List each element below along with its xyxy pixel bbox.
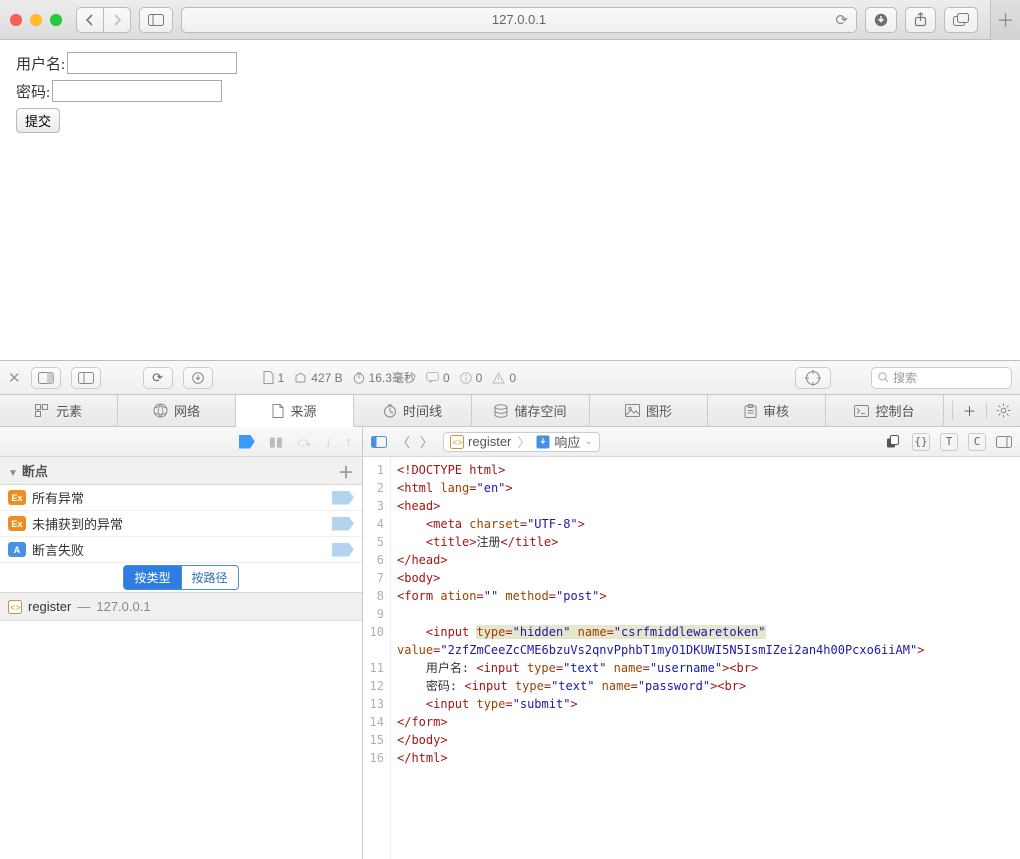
warn-count: 0	[492, 371, 516, 385]
tab-elements[interactable]: 元素	[0, 395, 118, 426]
step-out-icon[interactable]: ↑	[346, 434, 353, 449]
back-button[interactable]	[76, 7, 103, 33]
password-input[interactable]	[52, 80, 222, 102]
continue-icon[interactable]	[239, 435, 255, 449]
window-controls	[10, 14, 62, 26]
devtools-quickbar: ✕ ⟳ 1 427 B 16.3毫秒 0 0	[0, 361, 1020, 395]
downloads-button[interactable]	[865, 7, 897, 33]
step-over-icon[interactable]: ⤼	[297, 434, 311, 450]
source-viewer: 〈 〉 <> register 〉 响应 ⌄ {} T C	[363, 427, 1020, 859]
html-file-icon: <>	[8, 600, 22, 614]
tabs-button[interactable]	[944, 7, 978, 33]
add-tab-button[interactable]: ＋	[952, 401, 986, 420]
breadcrumb[interactable]: <> register 〉 响应 ⌄	[443, 432, 600, 452]
tab-storage[interactable]: 储存空间	[472, 395, 590, 426]
svg-text:<>: <>	[10, 602, 21, 612]
copy-icon[interactable]	[884, 433, 902, 451]
messages-count: 0	[426, 371, 450, 385]
breakpoint-toggle-icon[interactable]	[332, 543, 354, 557]
coverage-icon[interactable]: C	[968, 433, 986, 451]
submit-button[interactable]: 提交	[16, 108, 60, 133]
svg-text:<>: <>	[452, 437, 463, 447]
breakpoint-toggle-icon[interactable]	[332, 517, 354, 531]
doc-count: 1	[263, 371, 285, 385]
download-button[interactable]	[183, 367, 213, 389]
nav-buttons	[76, 7, 131, 33]
reload-page-button[interactable]: ⟳	[143, 367, 173, 389]
address-bar[interactable]: 127.0.0.1 ⟳	[181, 7, 857, 33]
by-type-toggle[interactable]: 按类型	[123, 565, 181, 590]
tab-network[interactable]: 网络	[118, 395, 236, 426]
toggle-details-icon[interactable]	[996, 436, 1012, 448]
debug-controls: ▮▮ ⤼ ↓ ↑	[0, 427, 362, 457]
devtools-tabs: 元素 网络 来源 时间线 储存空间 图形 审核 控制台	[0, 395, 1020, 427]
tab-timeline[interactable]: 时间线	[354, 395, 472, 426]
pretty-print-icon[interactable]: {}	[912, 433, 930, 451]
add-breakpoint-icon[interactable]: ＋	[338, 459, 354, 483]
transfer-size: 427 B	[294, 371, 342, 385]
inspect-element-button[interactable]	[795, 367, 831, 389]
sidebar-toggle-button[interactable]	[139, 7, 173, 33]
sources-sidebar: ▮▮ ⤼ ↓ ↑ ▼断点 ＋ Ex 所有异常 Ex 未捕获到的异常	[0, 427, 363, 859]
username-label: 用户名:	[16, 53, 65, 74]
type-profiler-icon[interactable]: T	[940, 433, 958, 451]
nav-back-icon[interactable]: 〈	[397, 432, 410, 451]
browser-toolbar: 127.0.0.1 ⟳ ＋	[0, 0, 1020, 40]
username-input[interactable]	[67, 52, 237, 74]
close-devtools-icon[interactable]: ✕	[8, 369, 21, 387]
assertion-badge-icon: A	[8, 542, 26, 557]
toggle-sidebar-icon[interactable]	[371, 436, 387, 448]
load-time: 16.3毫秒	[353, 369, 416, 386]
tab-sources[interactable]: 来源	[236, 395, 354, 427]
reload-icon[interactable]: ⟳	[835, 11, 848, 29]
minimize-window-icon[interactable]	[30, 14, 42, 26]
download-icon	[536, 435, 550, 449]
breakpoint-all-exceptions[interactable]: Ex 所有异常	[0, 485, 362, 511]
devtools-search[interactable]: 搜索	[871, 367, 1012, 389]
breakpoint-uncaught-exceptions[interactable]: Ex 未捕获到的异常	[0, 511, 362, 537]
breakpoints-header[interactable]: ▼断点 ＋	[0, 457, 362, 485]
url-text: 127.0.0.1	[492, 12, 546, 27]
devtools-panel: ✕ ⟳ 1 427 B 16.3毫秒 0 0	[0, 360, 1020, 859]
dock-side-button[interactable]	[31, 367, 61, 389]
html-file-icon: <>	[450, 435, 464, 449]
share-button[interactable]	[905, 7, 936, 33]
tab-console[interactable]: 控制台	[826, 395, 944, 426]
password-label: 密码:	[16, 81, 50, 102]
page-body: 用户名: 密码: 提交	[0, 40, 1020, 151]
search-placeholder: 搜索	[893, 369, 917, 386]
breakpoint-assertion-failures[interactable]: A 断言失败	[0, 537, 362, 563]
breakpoint-toggle-icon[interactable]	[332, 491, 354, 505]
tab-graphics[interactable]: 图形	[590, 395, 708, 426]
dock-bottom-button[interactable]	[71, 367, 101, 389]
new-tab-button[interactable]: ＋	[990, 0, 1020, 40]
code-content: <!DOCTYPE html> <html lang="en"> <head> …	[391, 457, 1020, 859]
by-path-toggle[interactable]: 按路径	[182, 565, 239, 590]
tab-audit[interactable]: 审核	[708, 395, 826, 426]
exception-badge-icon: Ex	[8, 516, 26, 531]
zoom-window-icon[interactable]	[50, 14, 62, 26]
exception-badge-icon: Ex	[8, 490, 26, 505]
settings-icon[interactable]	[986, 403, 1020, 418]
breakpoint-mode-toggle: 按类型 按路径	[0, 563, 362, 593]
nav-forward-icon[interactable]: 〉	[420, 432, 433, 451]
step-into-icon[interactable]: ↓	[325, 434, 332, 449]
info-count: 0	[460, 371, 483, 385]
code-editor[interactable]: 12345678910111213141516 <!DOCTYPE html> …	[363, 457, 1020, 859]
close-window-icon[interactable]	[10, 14, 22, 26]
source-toolbar: 〈 〉 <> register 〉 响应 ⌄ {} T C	[363, 427, 1020, 457]
line-gutter: 12345678910111213141516	[363, 457, 391, 859]
pause-icon[interactable]: ▮▮	[269, 434, 283, 450]
forward-button[interactable]	[103, 7, 131, 33]
source-file-item[interactable]: <> register — 127.0.0.1	[0, 593, 362, 621]
